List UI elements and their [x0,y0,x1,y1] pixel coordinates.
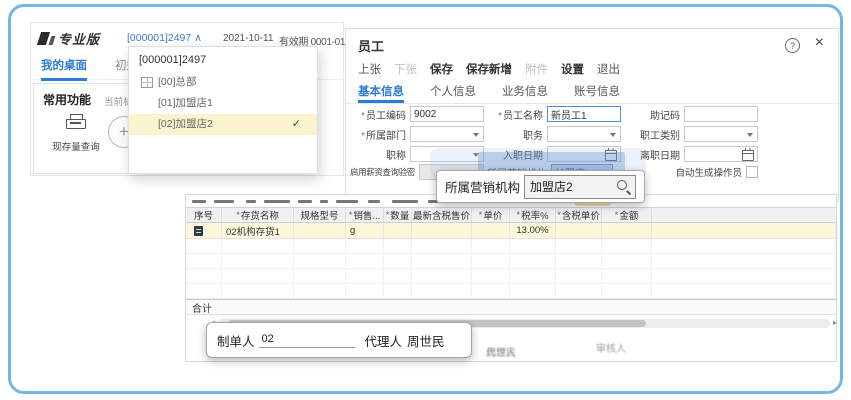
cell-item-name: 02机构存货1 [222,223,294,239]
screenshot-root: 专业版 [000001]2497 ∧ 2021-10-11 有效期 0001-0… [0,0,851,400]
logo-mark2-icon [49,36,56,45]
col-tax-price: *含税单价 [556,208,602,222]
col-item-name: *存货名称 [222,208,294,222]
salary-verify-label: 启用薪资查询验密 [350,167,415,177]
marketing-org-callout: 所属营销机构 加盟店2 [436,170,645,203]
calendar-icon [742,150,754,161]
chevron-up-icon: ∧ [194,32,202,44]
mnemonic-input[interactable] [684,106,758,122]
scroll-right-icon[interactable]: ▸ [833,318,837,327]
department-label: 所属部门 [366,131,406,142]
col-filler [652,208,836,222]
stock-query-icon [66,114,86,130]
callout-agent-label: 代理人 [365,331,403,350]
shortcut-stock-query[interactable]: 现存量查询 [40,139,112,153]
col-unit-price: *单价 [472,208,510,222]
app-edition-label: 专业版 [58,29,100,48]
building-icon [141,77,153,88]
org-item-hq[interactable]: [00]总部 [129,72,317,93]
save-button[interactable]: 保存 [430,61,453,77]
col-index: 序号 [186,208,222,222]
col-tax-rate: *税率% [510,208,556,222]
check-icon: ✓ [292,114,301,135]
emp-code-input[interactable]: 9002 [410,106,484,122]
auditor-label: 审核人 [596,340,626,355]
callout-agent-value: 周世民 [407,331,445,350]
grid-row-empty [186,284,836,299]
org-item-store1[interactable]: [01]加盟店1 [129,93,317,114]
help-icon[interactable]: ? [785,38,800,53]
org-dropdown: [000001]2497 [00]总部 [01]加盟店1 [02]加盟店2 ✓ [128,46,318,174]
cell-sales-unit: g [346,223,384,239]
org-dropdown-header: [000001]2497 [129,47,317,72]
leave-date-label: 离职日期 [640,151,680,162]
department-select[interactable] [410,126,484,142]
grid-header: 序号 *存货名称 规格型号 *销售... *数量 最新含税售价 *单价 *税率%… [186,207,836,223]
app-logo: 专业版 [39,29,100,48]
employee-toolbar: 上张 下张 保存 保存新增 附件 设置 退出 [358,61,620,77]
auto-operator-checkbox[interactable] [746,166,758,178]
grid-row-empty [186,269,836,284]
col-latest-price: 最新含税售价 [412,208,472,222]
emp-code-label: 员工编码 [366,111,406,122]
agent-value: 周世民 [486,344,516,359]
cell-tax-rate: 13.00% [510,223,556,239]
row-doc-icon [194,226,203,236]
duty-select[interactable] [547,126,621,142]
worker-type-select[interactable] [684,126,758,142]
emp-name-label: 员工名称 [503,111,543,122]
chevron-down-icon [473,133,479,137]
mnemonic-label: 助记码 [650,111,680,122]
tab-account-info[interactable]: 账号信息 [574,83,620,103]
next-button[interactable]: 下张 [394,61,417,77]
emp-name-input[interactable]: 新员工1 [547,106,621,122]
callout-field-input[interactable]: 加盟店2 [524,175,636,199]
save-new-button[interactable]: 保存新增 [466,61,512,77]
callout-field-label: 所属营销机构 [445,177,520,196]
tab-business-info[interactable]: 业务信息 [502,83,548,103]
duty-label: 职务 [523,131,543,142]
auto-operator-label: 自动生成操作员 [675,165,742,179]
attachment-button[interactable]: 附件 [525,61,548,77]
leave-date-input[interactable] [684,146,758,162]
window-title: 员工 [358,36,384,55]
footer-callout: 制单人 02 代理人 周世民 [206,322,472,358]
total-label: 合计 [192,300,212,315]
grid-row-empty [186,239,836,254]
exit-button[interactable]: 退出 [597,61,620,77]
org-item-store2[interactable]: [02]加盟店2 ✓ [129,114,317,135]
col-quantity: *数量 [384,208,412,222]
tab-my-desktop[interactable]: 我的桌面 [41,57,87,81]
job-title-label: 职称 [386,151,406,162]
col-amount: *金额 [602,208,652,222]
org-code-label: [000001]2497 [127,32,191,44]
chevron-down-icon [610,133,616,137]
worker-type-label: 职工类别 [640,131,680,142]
col-spec: 规格型号 [294,208,346,222]
close-icon[interactable]: × [815,34,824,52]
prev-button[interactable]: 上张 [358,61,381,77]
panel-title: 常用功能 [43,91,91,108]
tab-basic-info[interactable]: 基本信息 [358,83,404,103]
grid-row-empty [186,254,836,269]
org-selector[interactable]: [000001]2497 ∧ [127,32,202,44]
employee-tabbar: 基本信息 个人信息 业务信息 账号信息 [346,83,838,104]
callout-maker-label: 制单人 [217,331,255,350]
tab-personal-info[interactable]: 个人信息 [430,83,476,103]
settings-button[interactable]: 设置 [561,61,584,77]
search-icon[interactable] [617,180,630,193]
grid-row-1[interactable]: 02机构存货1 g 13.00% [186,223,836,239]
col-sales-unit: *销售... [346,208,384,222]
callout-maker-input[interactable]: 02 [259,333,355,348]
login-date: 2021-10-11 [223,33,273,44]
grid-total-row: 合计 [186,299,836,315]
chevron-down-icon [747,133,753,137]
